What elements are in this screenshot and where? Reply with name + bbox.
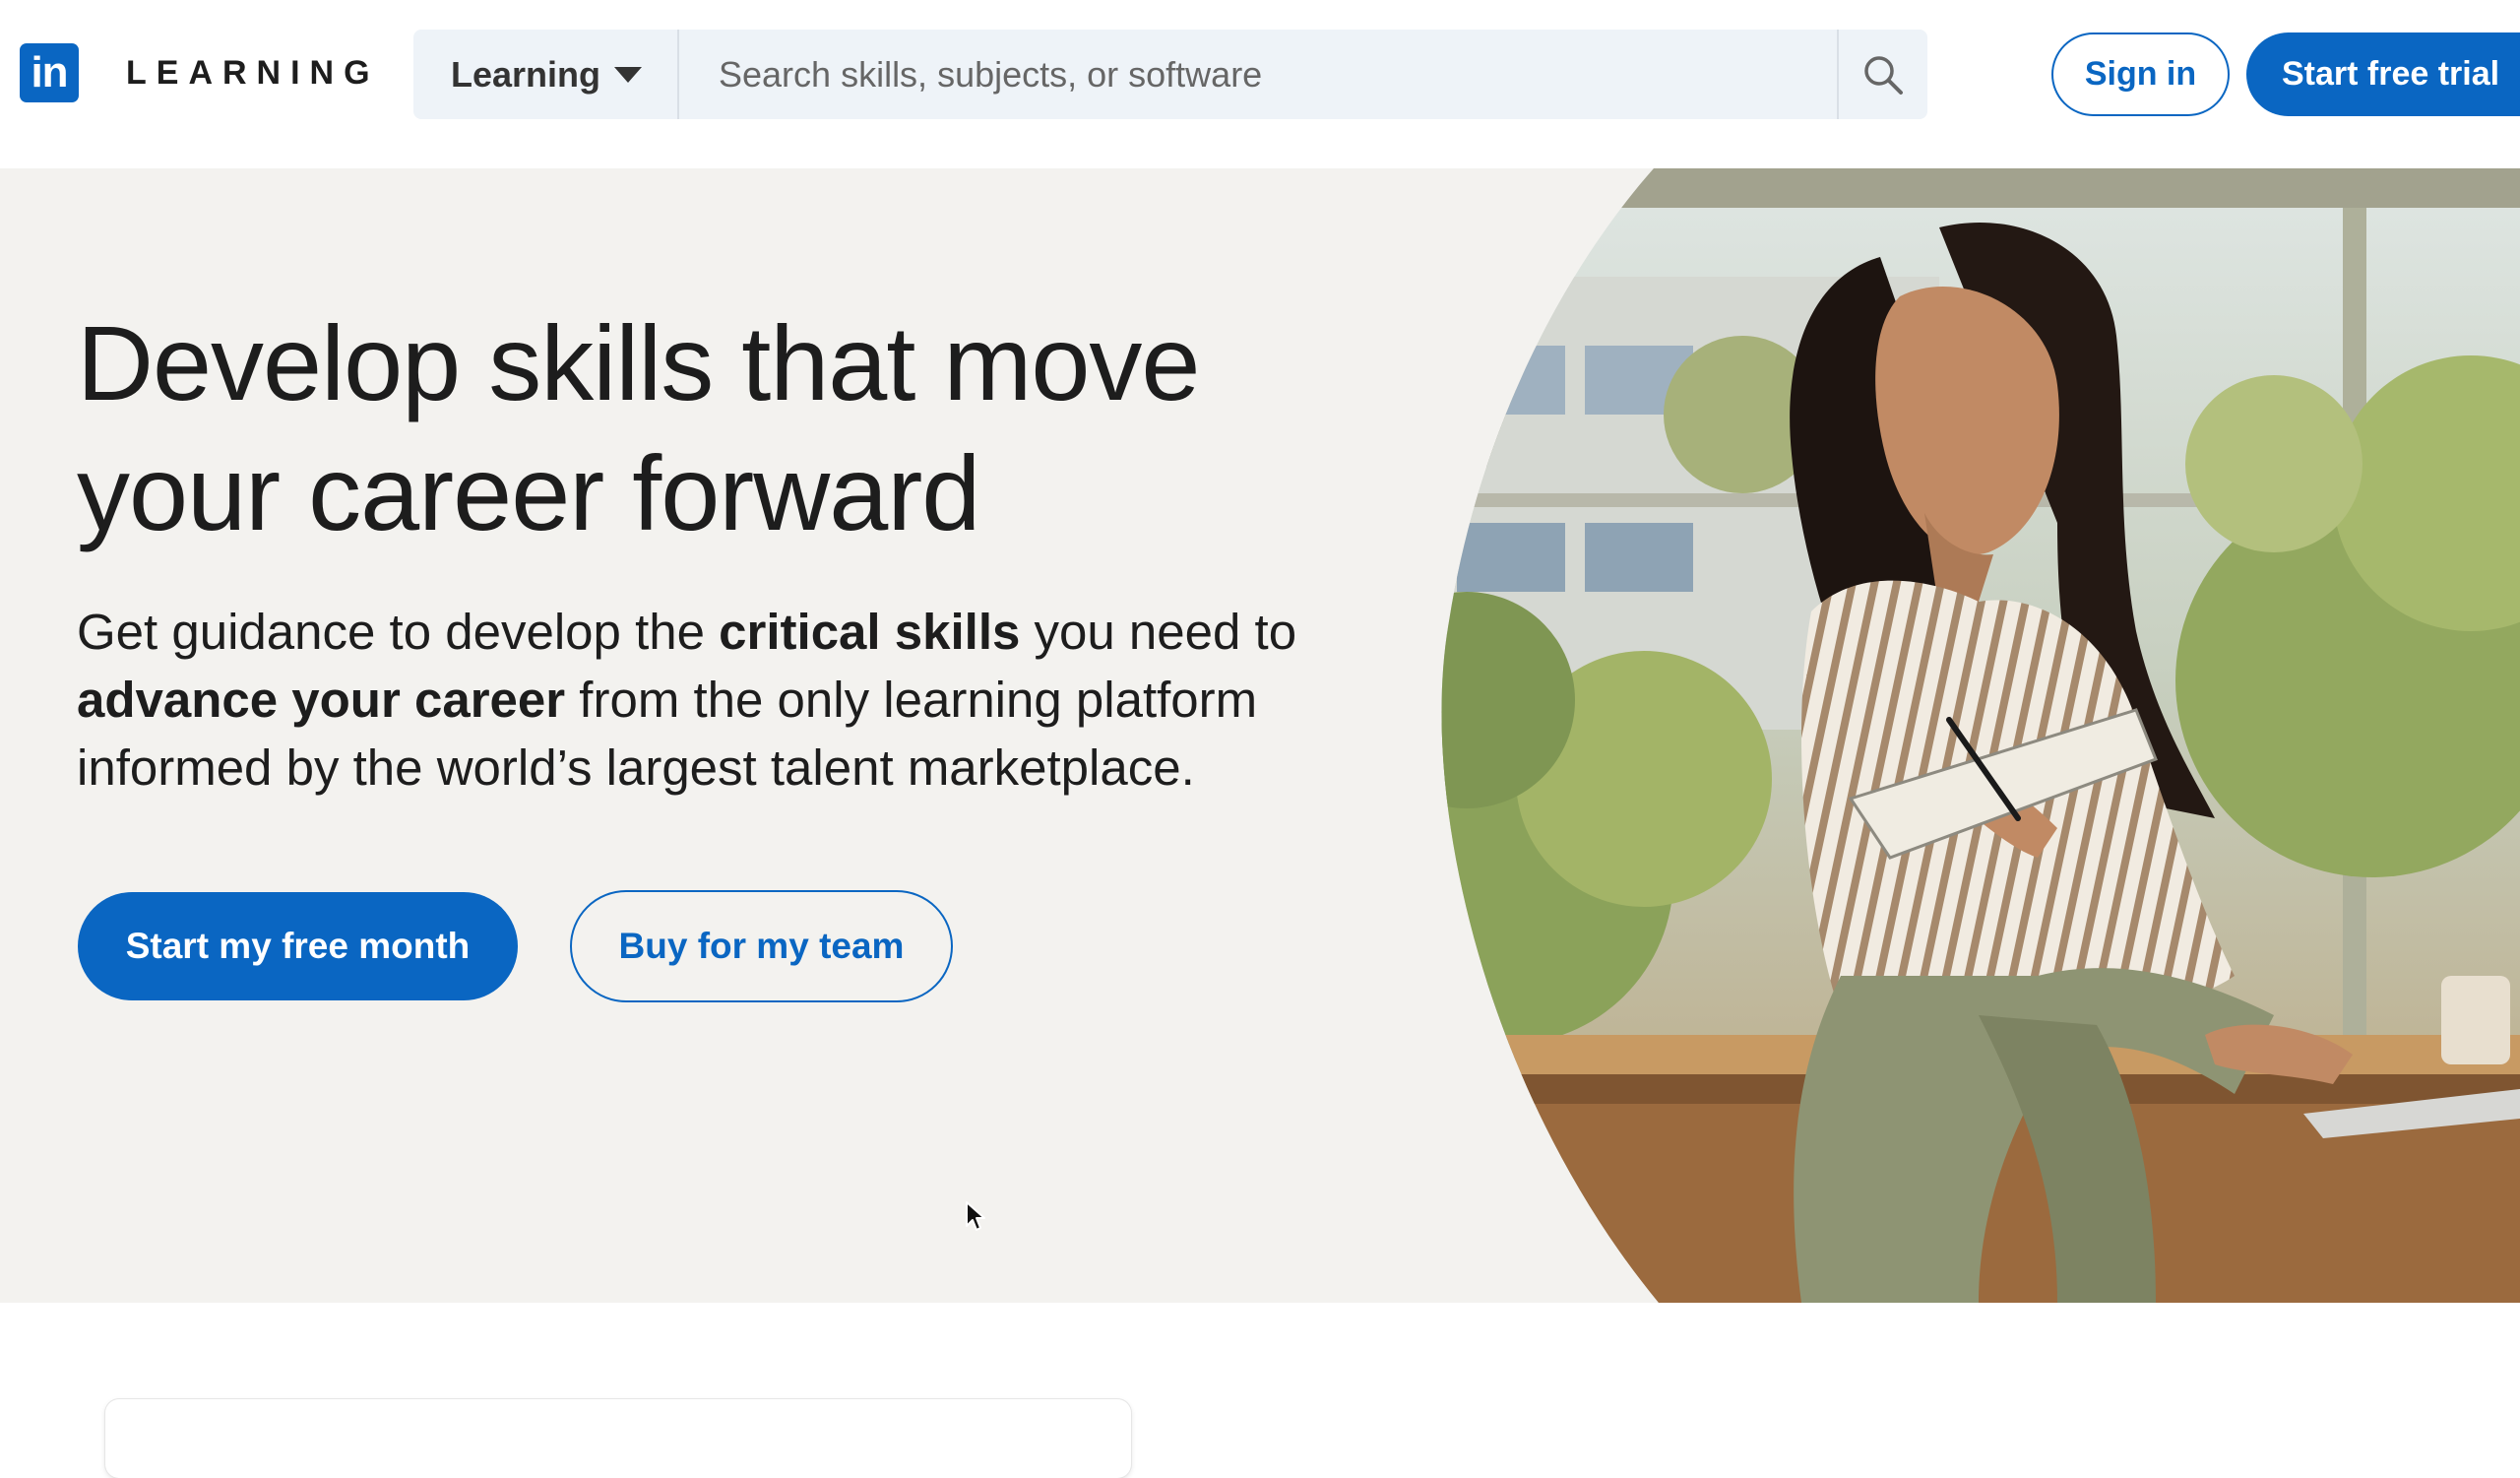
- hero-title-line-1: Develop skills that move: [77, 303, 1200, 422]
- hero-subtitle-bold-1: critical skills: [719, 604, 1021, 660]
- linkedin-logo-icon: in: [20, 43, 79, 102]
- hero-subtitle: Get guidance to develop the critical ski…: [77, 598, 1376, 802]
- mouse-cursor-icon: [966, 1201, 985, 1231]
- search-button[interactable]: [1837, 30, 1927, 119]
- hero-title-line-2: your career forward: [77, 433, 980, 552]
- buy-for-team-button[interactable]: Buy for my team: [570, 890, 953, 1002]
- content-card: [105, 1399, 1131, 1478]
- start-free-month-button[interactable]: Start my free month: [78, 892, 518, 1000]
- hero-subtitle-text-2: you need to: [1020, 604, 1297, 660]
- linkedin-learning-logo[interactable]: in LEARNING: [20, 43, 380, 102]
- hero-title: Develop skills that move your career for…: [77, 298, 1356, 558]
- search-input[interactable]: [679, 30, 1837, 119]
- hero-subtitle-bold-2: advance your career: [77, 672, 566, 728]
- search-category-label: Learning: [451, 53, 601, 95]
- sign-in-button[interactable]: Sign in: [2051, 32, 2230, 116]
- search-category-dropdown[interactable]: Learning: [413, 30, 679, 119]
- search-bar: Learning: [413, 30, 1927, 119]
- caret-down-icon: [614, 66, 643, 83]
- hero-subtitle-text-1: Get guidance to develop the: [77, 604, 720, 660]
- learning-wordmark: LEARNING: [126, 53, 380, 92]
- hero-photo: [1441, 168, 2520, 1303]
- search-icon: [1864, 55, 1903, 95]
- start-free-trial-button[interactable]: Start free trial: [2246, 32, 2520, 116]
- hero-section: Develop skills that move your career for…: [0, 168, 2520, 1303]
- top-header: in LEARNING Learning Sign in Start free …: [0, 0, 2520, 168]
